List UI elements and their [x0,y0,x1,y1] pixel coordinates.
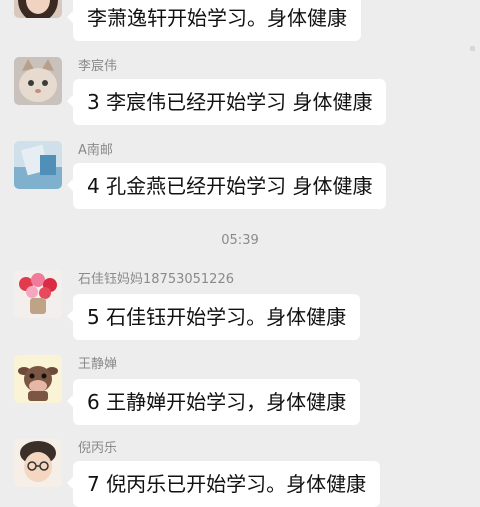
avatar[interactable] [14,141,62,189]
flower-bouquet-icon [14,270,62,318]
sender-name: 李宸伟 [78,59,118,74]
scroll-indicator [470,46,475,51]
sender-name: 王静婵 [78,357,118,372]
avatar[interactable] [14,0,62,18]
blue-photo-icon [14,141,62,189]
avatar[interactable] [14,355,62,403]
cartoon-cow-icon [14,355,62,403]
sender-name: A南邮 [78,143,113,158]
avatar[interactable] [14,270,62,318]
message-bubble[interactable]: 7 倪丙乐已开始学习。身体健康 [66,461,381,507]
woman-portrait-icon [14,0,62,18]
timestamp: 05:39 [221,233,259,248]
avatar[interactable] [14,57,62,105]
sender-name: 倪丙乐 [78,441,118,456]
message-bubble[interactable]: 李萧逸轩开始学习。身体健康 [67,0,361,41]
message-bubble[interactable]: 4 孔金燕已经开始学习 身体健康 [66,163,387,209]
message-bubble[interactable]: 3 李宸伟已经开始学习 身体健康 [66,79,387,125]
sender-name: 石佳钰妈妈18753051226 [78,272,234,287]
kitten-icon [14,57,62,105]
message-bubble[interactable]: 5 石佳钰开始学习。身体健康 [66,294,361,340]
message-bubble[interactable]: 6 王静婵开始学习，身体健康 [66,379,361,425]
